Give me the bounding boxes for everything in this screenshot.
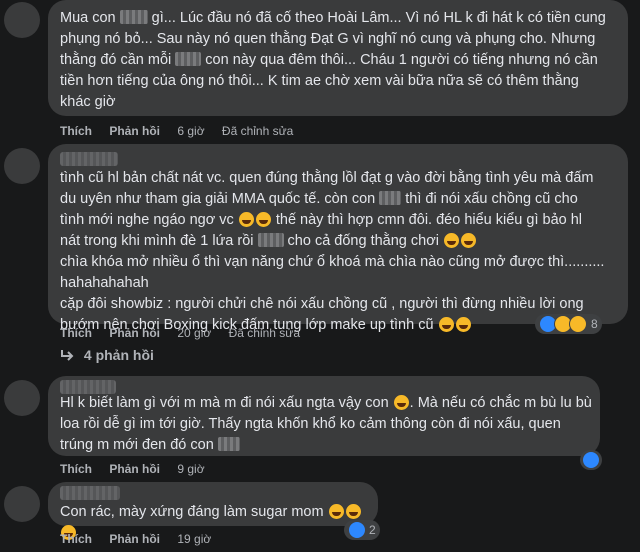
reply-button[interactable]: Phản hồi <box>109 462 160 476</box>
comment-text-segment: Hl k biết làm gì với m mà m đi nói xấu n… <box>60 395 393 411</box>
emoji-icon <box>443 233 459 248</box>
timestamp[interactable]: 9 giờ <box>177 462 204 476</box>
view-replies-link[interactable]: 4 phản hồi <box>60 347 154 363</box>
comment-text-segment: Con rác, mày xứng đáng làm sugar mom <box>60 504 328 520</box>
replies-count: 4 phản hồi <box>83 347 154 363</box>
redacted-word <box>217 437 240 451</box>
timestamp[interactable]: 20 giờ <box>177 326 211 340</box>
edited-label: Đã chỉnh sửa <box>221 124 294 138</box>
comment-actions: Thích Phản hồi 6 giờ Đã chỉnh sửa <box>60 124 307 138</box>
emoji-icon <box>328 504 344 519</box>
timestamp[interactable]: 6 giờ <box>177 124 204 138</box>
comment-bubble: Con rác, mày xứng đáng làm sugar mom <box>48 482 378 540</box>
like-reaction-icon <box>348 521 366 539</box>
redacted-word <box>119 10 148 24</box>
comment-text: tình cũ hl bản chất nát vc. quen đúng th… <box>60 168 604 336</box>
emoji-icon <box>255 212 271 227</box>
reaction-count: 8 <box>591 317 598 331</box>
reply-button[interactable]: Phản hồi <box>109 326 160 340</box>
emoji-icon <box>455 317 471 332</box>
emoji-icon <box>460 233 476 248</box>
comment-text-segment: Mua con <box>60 10 120 26</box>
comment-text-segment: cho cả đống thằng chơi <box>283 233 443 249</box>
comment-actions: Thích Phản hồi 9 giờ <box>60 462 219 476</box>
commenter-name[interactable] <box>60 152 118 166</box>
comment-bubble: Mua con gì... Lúc đầu nó đã cố theo Hoài… <box>48 0 628 116</box>
reply-button[interactable]: Phản hồi <box>109 124 160 138</box>
emoji-icon <box>345 504 361 519</box>
like-button[interactable]: Thích <box>60 124 92 138</box>
commenter-avatar[interactable] <box>4 486 40 522</box>
redacted-word <box>175 52 202 66</box>
reaction-summary[interactable]: 2 <box>344 520 380 540</box>
like-button[interactable]: Thích <box>60 462 92 476</box>
commenter-name[interactable] <box>60 380 116 394</box>
emoji-icon <box>238 212 254 227</box>
comment-text: Hl k biết làm gì với m mà m đi nói xấu n… <box>60 393 592 456</box>
commenter-avatar[interactable] <box>4 380 40 416</box>
edited-label: Đã chỉnh sửa <box>228 326 300 340</box>
like-button[interactable]: Thích <box>60 532 92 546</box>
commenter-name[interactable] <box>60 486 120 500</box>
redacted-word <box>257 233 284 247</box>
reply-arrow-icon <box>61 350 74 361</box>
like-reaction-icon <box>582 451 600 469</box>
like-button[interactable]: Thích <box>60 326 92 340</box>
comment-text-segment: chìa khóa mở nhiều ổ thì vạn năng chứ ổ … <box>60 254 605 333</box>
haha-reaction-icon <box>569 315 587 333</box>
comment-text: Mua con gì... Lúc đầu nó đã cố theo Hoài… <box>60 8 606 113</box>
comment-actions: Thích Phản hồi 19 giờ <box>60 532 225 546</box>
comment-bubble: tình cũ hl bản chất nát vc. quen đúng th… <box>48 144 628 333</box>
comment-bubble: Hl k biết làm gì với m mà m đi nói xấu n… <box>48 376 600 456</box>
commenter-avatar[interactable] <box>4 148 40 184</box>
redacted-word <box>379 191 402 205</box>
timestamp[interactable]: 19 giờ <box>177 532 211 546</box>
comment-actions: Thích Phản hồi 20 giờ Đã chỉnh sửa <box>60 326 314 340</box>
emoji-icon <box>393 395 409 410</box>
commenter-avatar[interactable] <box>4 2 40 38</box>
reaction-summary[interactable]: 8 <box>535 314 602 334</box>
reaction-summary[interactable] <box>580 450 602 470</box>
reaction-count: 2 <box>369 523 376 537</box>
emoji-icon <box>438 317 454 332</box>
reply-button[interactable]: Phản hồi <box>109 532 160 546</box>
